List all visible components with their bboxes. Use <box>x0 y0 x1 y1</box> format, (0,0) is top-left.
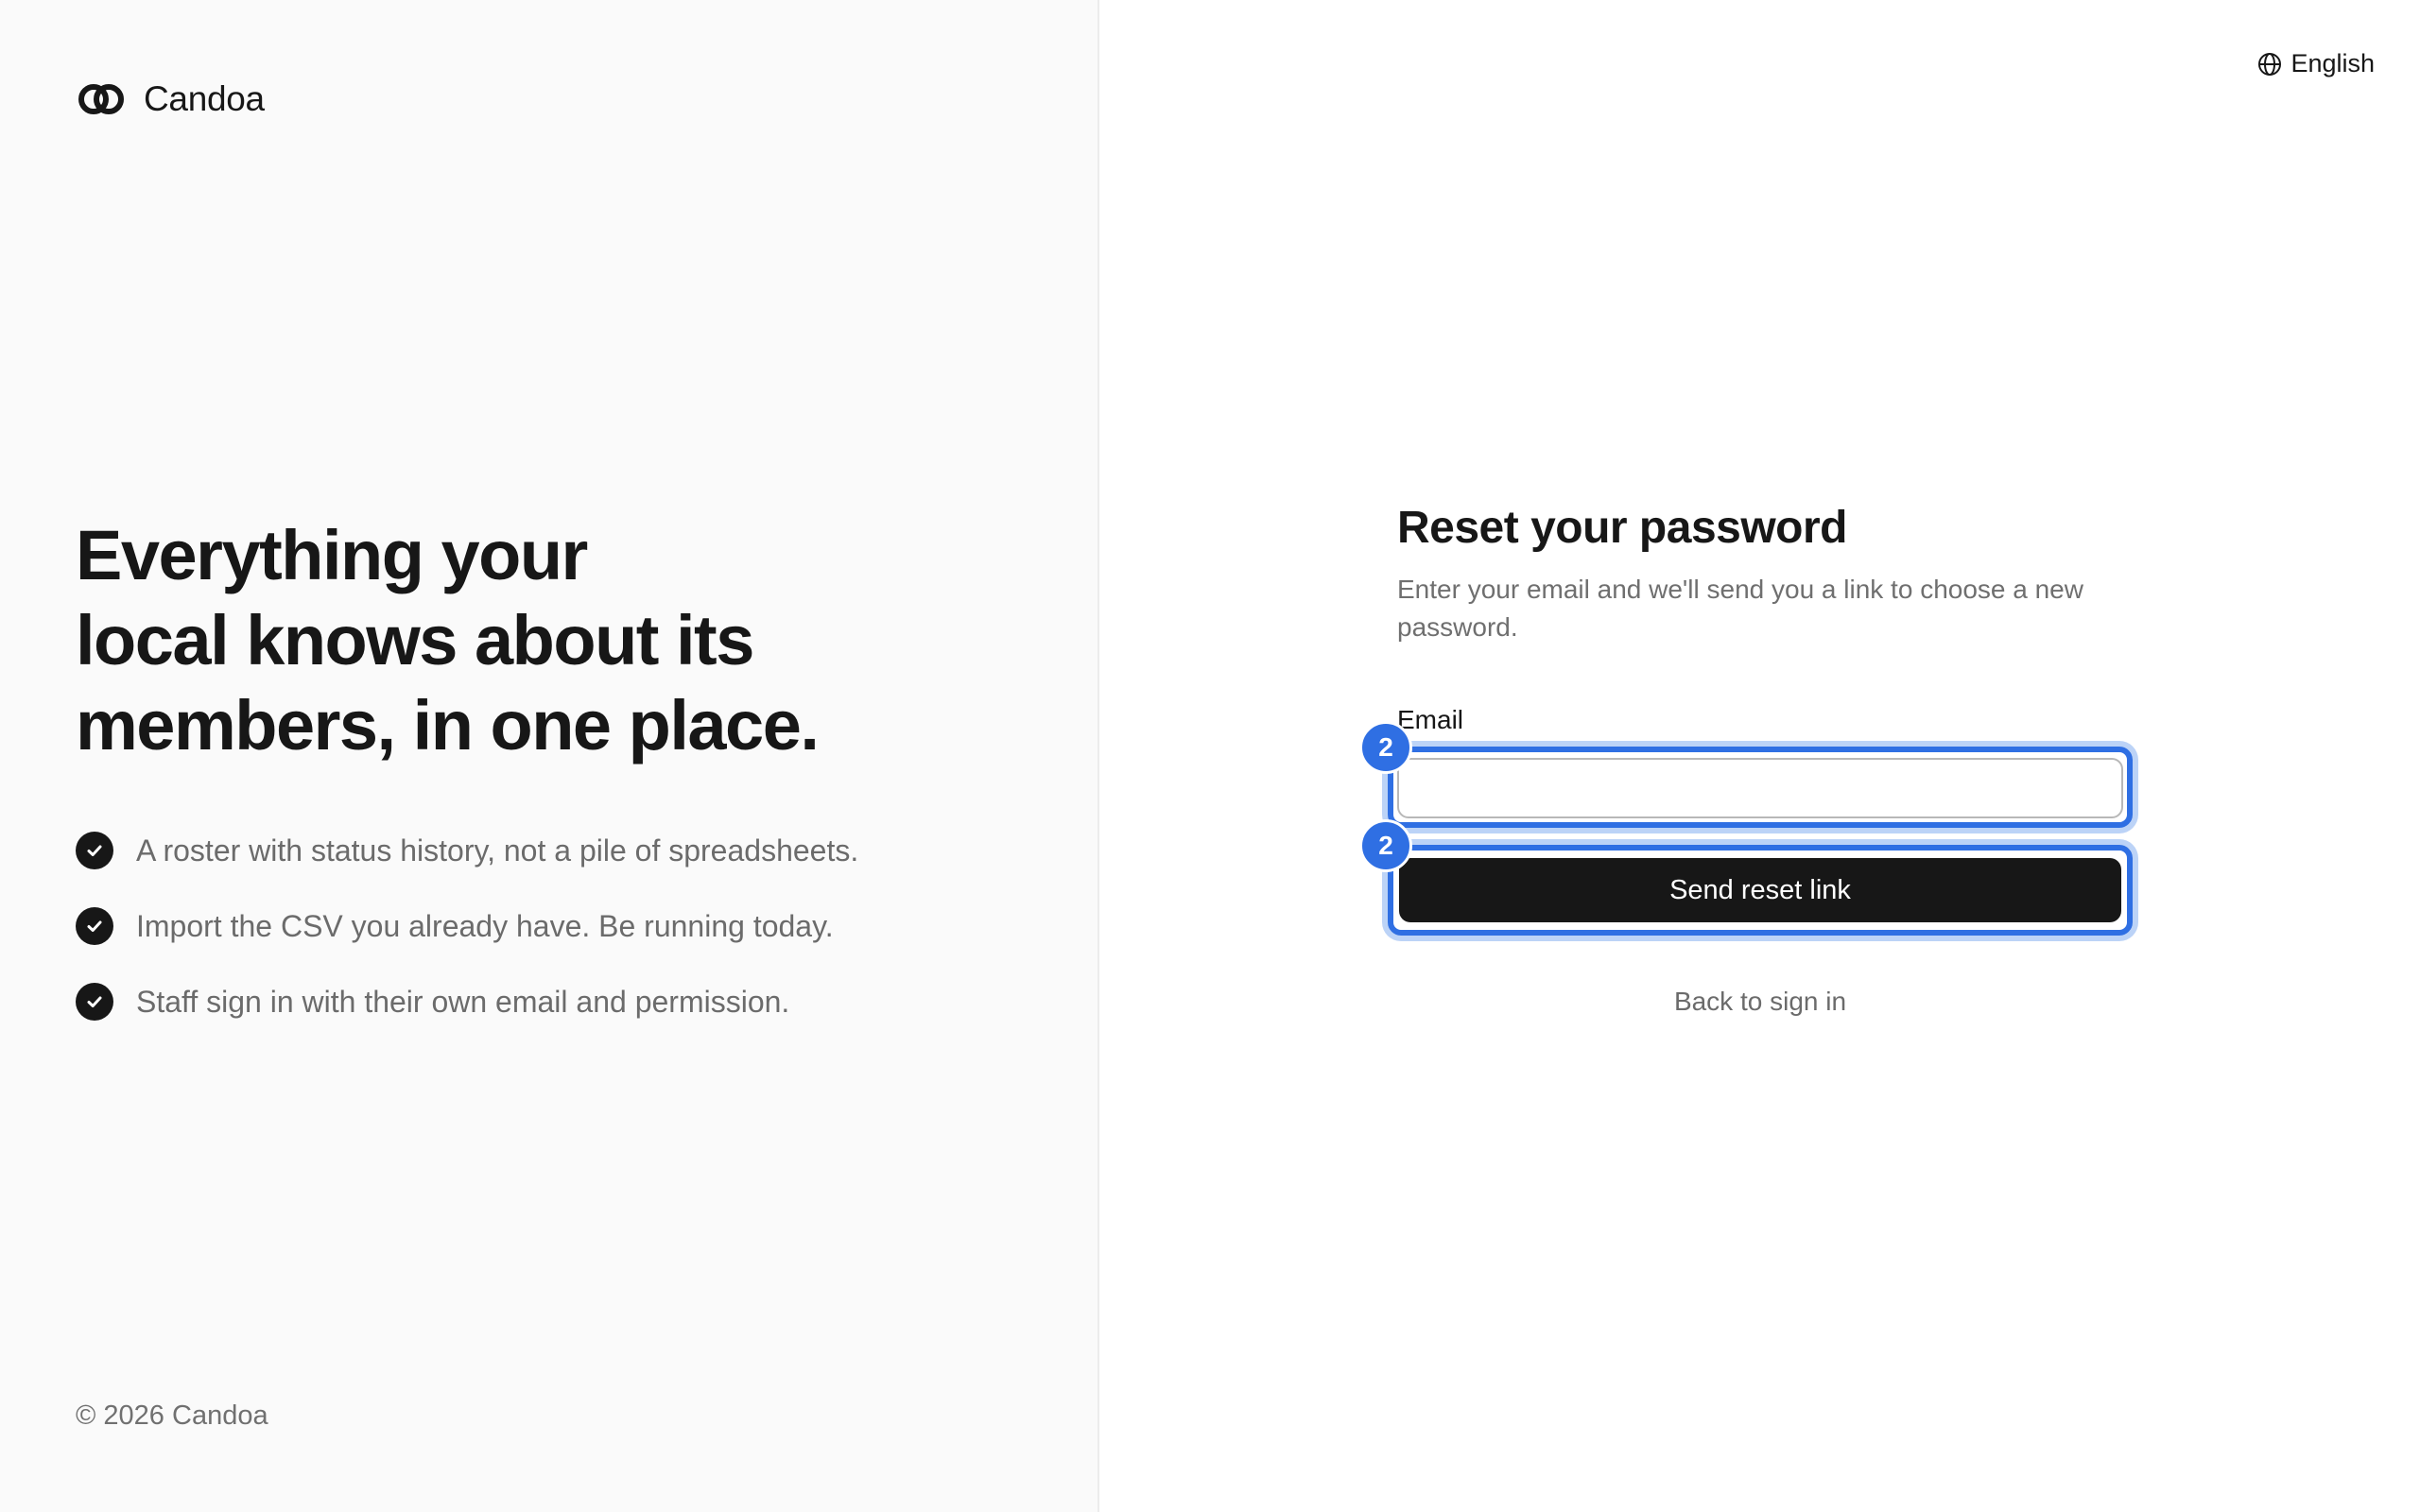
page-subtitle: Enter your email and we'll send you a li… <box>1397 575 2083 642</box>
check-circle-icon <box>76 907 113 945</box>
feature-text: Staff sign in with their own email and p… <box>136 984 790 1019</box>
marketing-panel: Candoa Everything your local knows about… <box>0 0 1099 1512</box>
candoa-logo-icon <box>78 84 124 114</box>
brand-logo[interactable]: Candoa <box>78 79 265 119</box>
check-circle-icon <box>76 832 113 869</box>
brand-name: Candoa <box>144 79 265 118</box>
page-title: Reset your password <box>1397 503 1847 553</box>
headline-line: members, in one place. <box>76 686 820 765</box>
feature-list: A roster with status history, not a pile… <box>76 832 858 1058</box>
feature-item: A roster with status history, not a pile… <box>76 832 858 869</box>
feature-text: A roster with status history, not a pile… <box>136 833 859 868</box>
check-circle-icon <box>76 983 113 1021</box>
feature-item: Import the CSV you already have. Be runn… <box>76 907 858 945</box>
back-to-sign-in-link[interactable]: Back to sign in <box>1397 987 2123 1017</box>
headline-line: local knows about its <box>76 601 754 679</box>
send-reset-link-button[interactable]: Send reset link <box>1399 858 2121 922</box>
headline-line: Everything your <box>76 516 588 594</box>
annotation-badge: 2 <box>1359 819 1412 872</box>
hero-headline: Everything your local knows about its me… <box>76 513 983 768</box>
feature-text: Import the CSV you already have. Be runn… <box>136 908 834 943</box>
email-field[interactable] <box>1397 758 2123 818</box>
language-label: English <box>2290 49 2375 77</box>
email-label: Email <box>1397 705 1464 734</box>
annotation-badge: 2 <box>1359 721 1412 774</box>
globe-icon <box>2258 52 2282 76</box>
copyright-text: © 2026 Candoa <box>76 1400 268 1431</box>
feature-item: Staff sign in with their own email and p… <box>76 983 858 1021</box>
language-selector[interactable]: English <box>2256 49 2375 78</box>
reset-password-form: Reset your password Enter your email and… <box>1397 501 2125 734</box>
